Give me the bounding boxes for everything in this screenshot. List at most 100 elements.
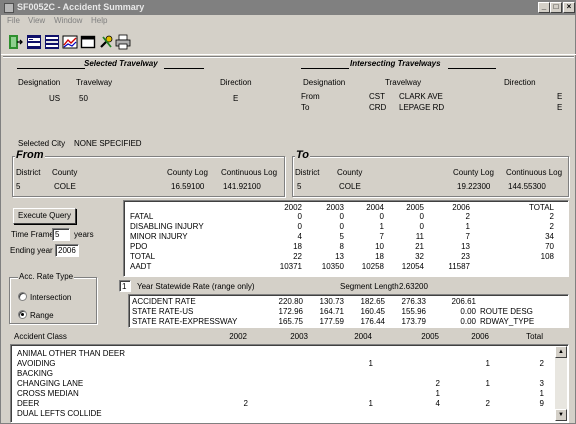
summary-cell: 10371	[279, 262, 302, 271]
accident-class-col-header: 2006	[471, 332, 489, 341]
summary-cell: 0	[419, 222, 424, 231]
accident-class-cell: 1	[485, 359, 490, 368]
vertical-scrollbar[interactable]: ▲ ▼	[555, 346, 567, 421]
summary-cell: 0	[419, 212, 424, 221]
summary-cell: 10350	[321, 262, 344, 271]
intersection-radio[interactable]	[18, 292, 27, 301]
summary-cell: 34	[545, 232, 554, 241]
rate-cell: 155.96	[401, 307, 426, 316]
execute-query-button[interactable]: Execute Query	[13, 208, 76, 224]
segment-length-label: Segment Length	[340, 282, 399, 291]
selected-travelway-header: Travelway	[76, 78, 113, 87]
summary-cell: 2	[465, 212, 470, 221]
window-title: SF0052C - Accident Summary	[17, 2, 145, 12]
accident-class-list[interactable]: ANIMAL OTHER THAN DEER AVOIDING 1 1 2 BACKING…	[10, 344, 569, 423]
summary-cell: 21	[415, 242, 424, 251]
to-county-log-header: County Log	[453, 168, 494, 177]
summary-col-header: TOTAL	[528, 203, 554, 212]
rate-row-label: STATE RATE-US	[132, 307, 194, 316]
summary-cell: 23	[461, 252, 470, 261]
rate-row-note: ROUTE DESG	[480, 307, 533, 316]
print-icon[interactable]	[115, 34, 131, 50]
accident-class-cell: 9	[539, 399, 544, 408]
minimize-button[interactable]: _	[538, 2, 550, 13]
to-name: LEPAGE RD	[399, 103, 445, 112]
from-district-header: District	[16, 168, 41, 177]
statewide-rate-year-input[interactable]: 1	[119, 280, 131, 292]
database-1-icon[interactable]	[26, 34, 42, 50]
from-name: CLARK AVE	[399, 92, 443, 101]
accident-class-cell: 1	[368, 399, 373, 408]
toolbar	[1, 29, 576, 55]
rate-cell: 177.59	[319, 317, 344, 326]
close-button[interactable]: ×	[563, 2, 575, 13]
rate-row-note: RDWAY_TYPE	[480, 317, 535, 326]
summary-cell: 2	[549, 222, 554, 231]
accident-summary-window: SF0052C - Accident Summary _ □ × File Vi…	[0, 0, 576, 424]
accident-class-cell: 4	[435, 399, 440, 408]
summary-cell: 2	[549, 212, 554, 221]
selected-designation-header: Designation	[18, 78, 61, 87]
summary-cell: 12054	[401, 262, 424, 271]
from-county-header: County	[52, 168, 78, 177]
rate-cell: 182.65	[360, 297, 385, 306]
maximize-button[interactable]: □	[550, 2, 562, 13]
from-label: From	[301, 92, 320, 101]
menu-file[interactable]: File	[7, 16, 20, 25]
range-radio[interactable]	[18, 310, 27, 319]
summary-cell: 10258	[361, 262, 384, 271]
rate-cell: 130.73	[319, 297, 344, 306]
chart-icon[interactable]	[62, 34, 78, 50]
summary-cell: 18	[293, 242, 302, 251]
summary-table-panel: 2002 2003 2004 2005 2006 TOTAL FATAL 0 0 0 0 2 2 DISA…	[123, 200, 569, 277]
summary-cell: 70	[545, 242, 554, 251]
summary-cell: 1	[379, 222, 384, 231]
toolbar-separator	[3, 56, 574, 58]
summary-cell: 32	[415, 252, 424, 261]
selected-travelway-heading: Selected Travelway	[84, 59, 158, 68]
time-frame-input[interactable]: 5	[52, 228, 70, 241]
selected-direction: E	[233, 94, 239, 103]
summary-cell: 13	[461, 242, 470, 251]
menu-window[interactable]: Window	[54, 16, 82, 25]
summary-cell: 8	[339, 242, 344, 251]
accident-class-col-header: Total	[526, 332, 543, 341]
summary-cell: 5	[339, 232, 344, 241]
menu-help[interactable]: Help	[91, 16, 107, 25]
summary-cell: 22	[293, 252, 302, 261]
menu-view[interactable]: View	[28, 16, 45, 25]
title-bar[interactable]: SF0052C - Accident Summary _ □ ×	[1, 1, 576, 15]
accident-class-row-label: BACKING	[17, 369, 54, 378]
scroll-up-icon[interactable]: ▲	[555, 346, 567, 358]
from-district: 5	[16, 182, 21, 191]
to-group-title: To	[295, 149, 311, 161]
accident-class-col-header: 2002	[229, 332, 247, 341]
tools-icon[interactable]	[98, 34, 114, 50]
selected-travelway: 50	[79, 94, 88, 103]
intersecting-travelway-header: Travelway	[385, 78, 422, 87]
rate-cell: 173.79	[401, 317, 426, 326]
window-icon[interactable]	[80, 34, 96, 50]
intersecting-designation-header: Designation	[303, 78, 346, 87]
ending-year-label: Ending year	[10, 246, 53, 255]
accident-class-cell: 2	[435, 379, 440, 388]
rate-cell: 172.96	[278, 307, 303, 316]
statewide-rate-label: Year Statewide Rate (range only)	[137, 282, 255, 291]
exit-door-icon[interactable]	[7, 34, 23, 50]
to-county-header: County	[337, 168, 363, 177]
accident-class-cell: 2	[243, 399, 248, 408]
selected-designation: US	[49, 94, 61, 103]
summary-cell: 0	[339, 222, 344, 231]
selected-city-value: NONE SPECIFIED	[74, 139, 142, 148]
accident-class-cell: 1	[435, 389, 440, 398]
accident-class-row-label: AVOIDING	[17, 359, 56, 368]
rates-table-panel: ACCIDENT RATE 220.80 130.73 182.65 276.33 206…	[128, 294, 569, 328]
summary-col-header: 2004	[366, 203, 384, 212]
summary-row-label: FATAL	[130, 212, 154, 221]
accident-class-col-header: 2005	[421, 332, 439, 341]
database-2-icon[interactable]	[44, 34, 60, 50]
summary-cell: 0	[379, 212, 384, 221]
accident-class-cell: 2	[539, 359, 544, 368]
ending-year-input[interactable]: 2006	[55, 244, 79, 257]
scroll-down-icon[interactable]: ▼	[555, 409, 567, 421]
